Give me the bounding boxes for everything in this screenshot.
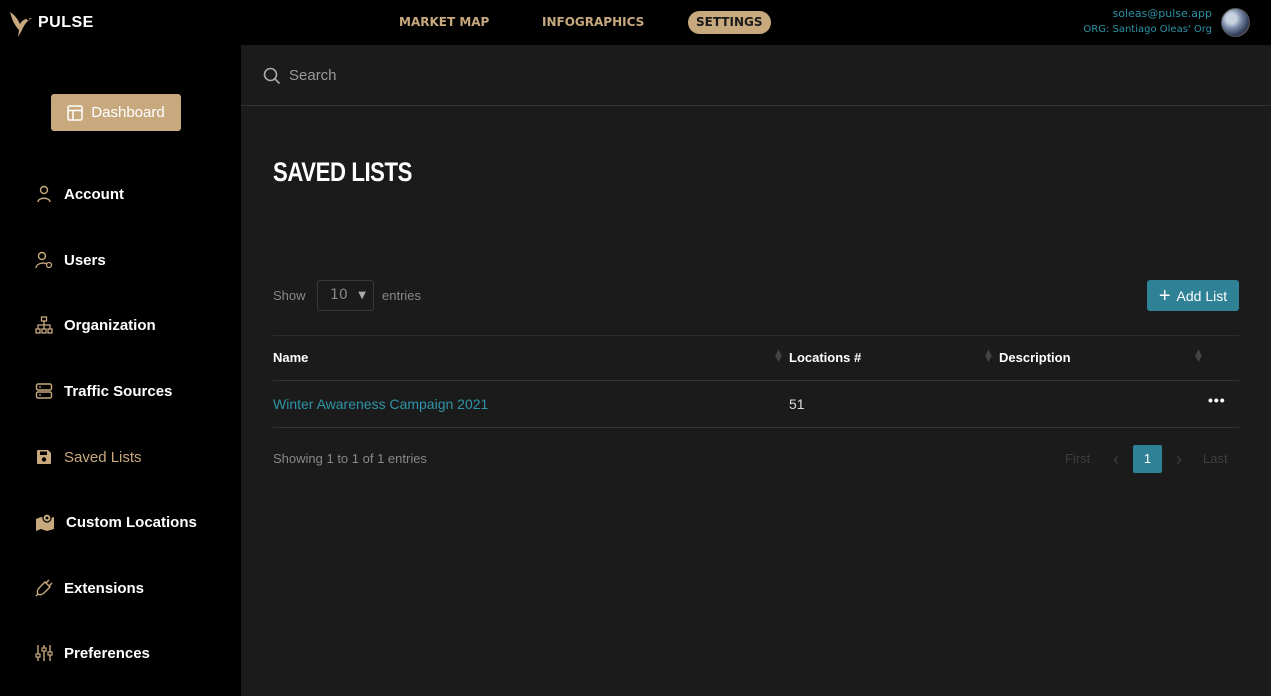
sidebar-item-label: Custom Locations bbox=[66, 513, 197, 531]
add-list-label: Add List bbox=[1176, 287, 1228, 304]
org-chart-icon bbox=[35, 316, 53, 334]
sort-icon[interactable]: ▲ ▼ bbox=[1195, 349, 1202, 364]
main-content: SAVED LISTS Show 10 ▼ entries + Add List… bbox=[241, 45, 1271, 696]
sidebar-item-account[interactable]: Account bbox=[35, 185, 124, 203]
dashboard-label: Dashboard bbox=[91, 104, 165, 121]
pagination-last[interactable]: Last bbox=[1203, 445, 1228, 473]
logo-text: PULSE bbox=[38, 14, 94, 31]
sidebar-item-label: Organization bbox=[64, 316, 156, 334]
server-icon bbox=[35, 382, 53, 400]
search-icon bbox=[263, 67, 281, 85]
sliders-icon bbox=[35, 644, 53, 662]
plus-icon: + bbox=[1158, 284, 1171, 307]
sort-icon[interactable]: ▲ ▼ bbox=[985, 349, 992, 364]
table-header: Name ▲ ▼ Locations # ▲ ▼ Description ▲ ▼ bbox=[273, 335, 1239, 381]
chevron-down-icon: ▼ bbox=[358, 290, 366, 301]
column-header-description[interactable]: Description bbox=[999, 350, 1071, 365]
sidebar-item-label: Account bbox=[64, 185, 124, 203]
sidebar-item-traffic-sources[interactable]: Traffic Sources bbox=[35, 382, 172, 400]
top-bar: PULSE MARKET MAP INFOGRAPHICS SETTINGS s… bbox=[0, 0, 1271, 45]
dashboard-button[interactable]: Dashboard bbox=[51, 94, 181, 131]
sidebar: Dashboard Account Users Organization Tra… bbox=[0, 45, 241, 696]
bird-logo-icon bbox=[10, 12, 32, 37]
column-header-locations[interactable]: Locations # bbox=[789, 350, 861, 365]
user-icon bbox=[35, 185, 53, 203]
avatar[interactable] bbox=[1221, 8, 1250, 37]
plug-icon bbox=[35, 579, 53, 597]
sort-icon[interactable]: ▲ ▼ bbox=[775, 349, 782, 364]
column-header-name[interactable]: Name bbox=[273, 350, 308, 365]
sidebar-item-label: Saved Lists bbox=[64, 448, 142, 466]
show-label: Show bbox=[273, 288, 306, 303]
sidebar-item-organization[interactable]: Organization bbox=[35, 316, 156, 334]
page-title: SAVED LISTS bbox=[273, 157, 413, 187]
entries-select-value: 10 bbox=[330, 287, 348, 303]
table-info: Showing 1 to 1 of 1 entries bbox=[273, 451, 427, 466]
sidebar-item-preferences[interactable]: Preferences bbox=[35, 644, 150, 662]
search-bar bbox=[241, 45, 1271, 106]
pagination-page-1[interactable]: 1 bbox=[1133, 445, 1162, 473]
dashboard-icon bbox=[67, 104, 84, 121]
saved-lists-table: Name ▲ ▼ Locations # ▲ ▼ Description ▲ ▼ Wi… bbox=[273, 335, 1239, 428]
nav-settings[interactable]: SETTINGS bbox=[688, 11, 771, 34]
search-input[interactable] bbox=[289, 63, 889, 87]
sidebar-item-label: Users bbox=[64, 251, 106, 269]
list-name-link[interactable]: Winter Awareness Campaign 2021 bbox=[273, 396, 488, 412]
add-list-button[interactable]: + Add List bbox=[1147, 280, 1239, 311]
sidebar-item-label: Traffic Sources bbox=[64, 382, 173, 400]
sidebar-item-saved-lists[interactable]: Saved Lists bbox=[35, 448, 142, 466]
pagination-next-icon[interactable]: › bbox=[1176, 445, 1182, 473]
pagination-first[interactable]: First bbox=[1065, 445, 1090, 473]
locations-count: 51 bbox=[789, 396, 805, 412]
nav-infographics[interactable]: INFOGRAPHICS bbox=[542, 11, 644, 34]
user-email[interactable]: soleas@pulse.app bbox=[1113, 7, 1212, 20]
table-row: Winter Awareness Campaign 2021 51 ••• bbox=[273, 381, 1239, 428]
entries-label: entries bbox=[382, 288, 422, 303]
sidebar-item-users[interactable]: Users bbox=[35, 251, 106, 269]
save-icon bbox=[35, 448, 53, 466]
sidebar-item-custom-locations[interactable]: Custom Locations bbox=[35, 513, 197, 531]
more-actions-icon[interactable]: ••• bbox=[1208, 392, 1226, 408]
sidebar-item-label: Preferences bbox=[64, 644, 150, 662]
sidebar-item-extensions[interactable]: Extensions bbox=[35, 579, 144, 597]
pagination-prev-icon[interactable]: ‹ bbox=[1113, 445, 1119, 473]
users-icon bbox=[35, 251, 53, 269]
map-pin-icon bbox=[35, 513, 55, 531]
logo[interactable]: PULSE bbox=[8, 8, 94, 38]
nav-market-map[interactable]: MARKET MAP bbox=[399, 11, 489, 34]
sidebar-item-label: Extensions bbox=[64, 579, 145, 597]
user-org: ORG: Santiago Oleas' Org bbox=[1083, 24, 1212, 35]
entries-select[interactable]: 10 ▼ bbox=[317, 280, 374, 311]
